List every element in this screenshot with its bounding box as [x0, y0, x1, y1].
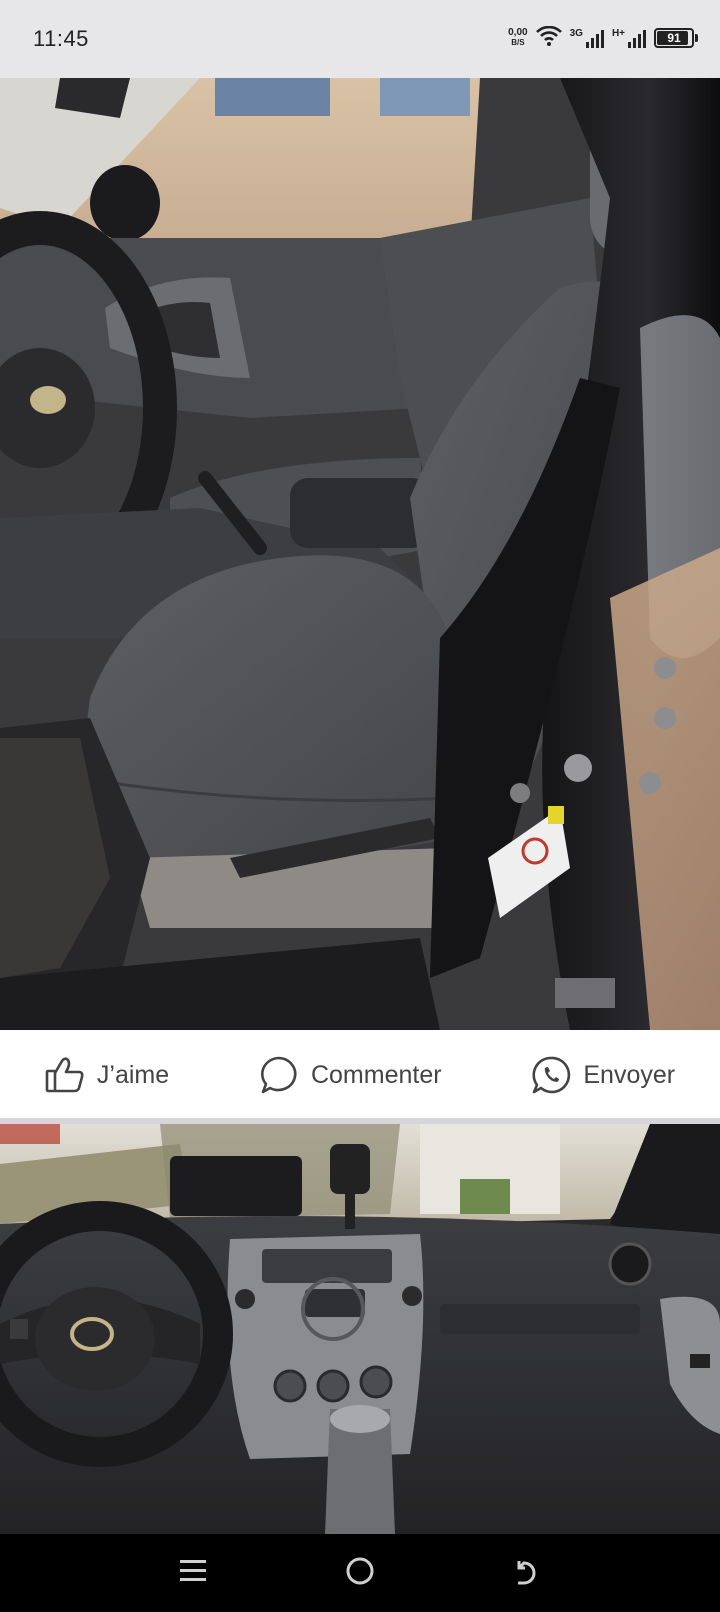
net-speed-value: 0,00	[508, 27, 528, 38]
home-icon	[345, 1556, 375, 1591]
net-speed-unit: B/S	[511, 38, 525, 47]
menu-icon	[179, 1558, 207, 1589]
status-bar: 11:45 0,00 B/S 3G H+ 91	[0, 0, 720, 78]
system-nav-bar	[0, 1534, 720, 1612]
send-button[interactable]: Envoyer	[531, 1055, 675, 1095]
comment-button[interactable]: Commenter	[259, 1055, 442, 1095]
signal1-label: 3G	[569, 28, 583, 39]
status-icons: 0,00 B/S 3G H+ 91	[508, 24, 698, 52]
comment-bubble-icon	[259, 1055, 299, 1095]
post-action-bar: J’aime Commenter Envoyer	[0, 1030, 720, 1120]
send-label: Envoyer	[583, 1060, 676, 1089]
battery-icon: 91	[654, 28, 698, 48]
like-label: J’aime	[96, 1060, 170, 1089]
photo-front-seat[interactable]	[0, 78, 720, 1030]
signal2-icon: H+	[612, 28, 646, 48]
wifi-icon	[535, 25, 562, 51]
car-interior-photo	[0, 1124, 720, 1534]
car-interior-photo	[0, 78, 720, 1030]
signal2-label: H+	[611, 28, 625, 39]
menu-button[interactable]	[173, 1553, 213, 1593]
back-button[interactable]	[507, 1553, 547, 1593]
photo-dashboard[interactable]	[0, 1124, 720, 1534]
status-time: 11:45	[33, 26, 89, 51]
comment-label: Commenter	[310, 1060, 442, 1089]
whatsapp-icon	[531, 1055, 571, 1095]
home-button[interactable]	[340, 1553, 380, 1593]
net-speed: 0,00 B/S	[508, 28, 527, 48]
back-icon	[512, 1556, 542, 1591]
like-button[interactable]: J’aime	[45, 1056, 169, 1094]
signal-icon: 3G	[570, 28, 604, 48]
battery-percent: 91	[667, 31, 681, 45]
thumbs-up-icon	[45, 1056, 85, 1094]
